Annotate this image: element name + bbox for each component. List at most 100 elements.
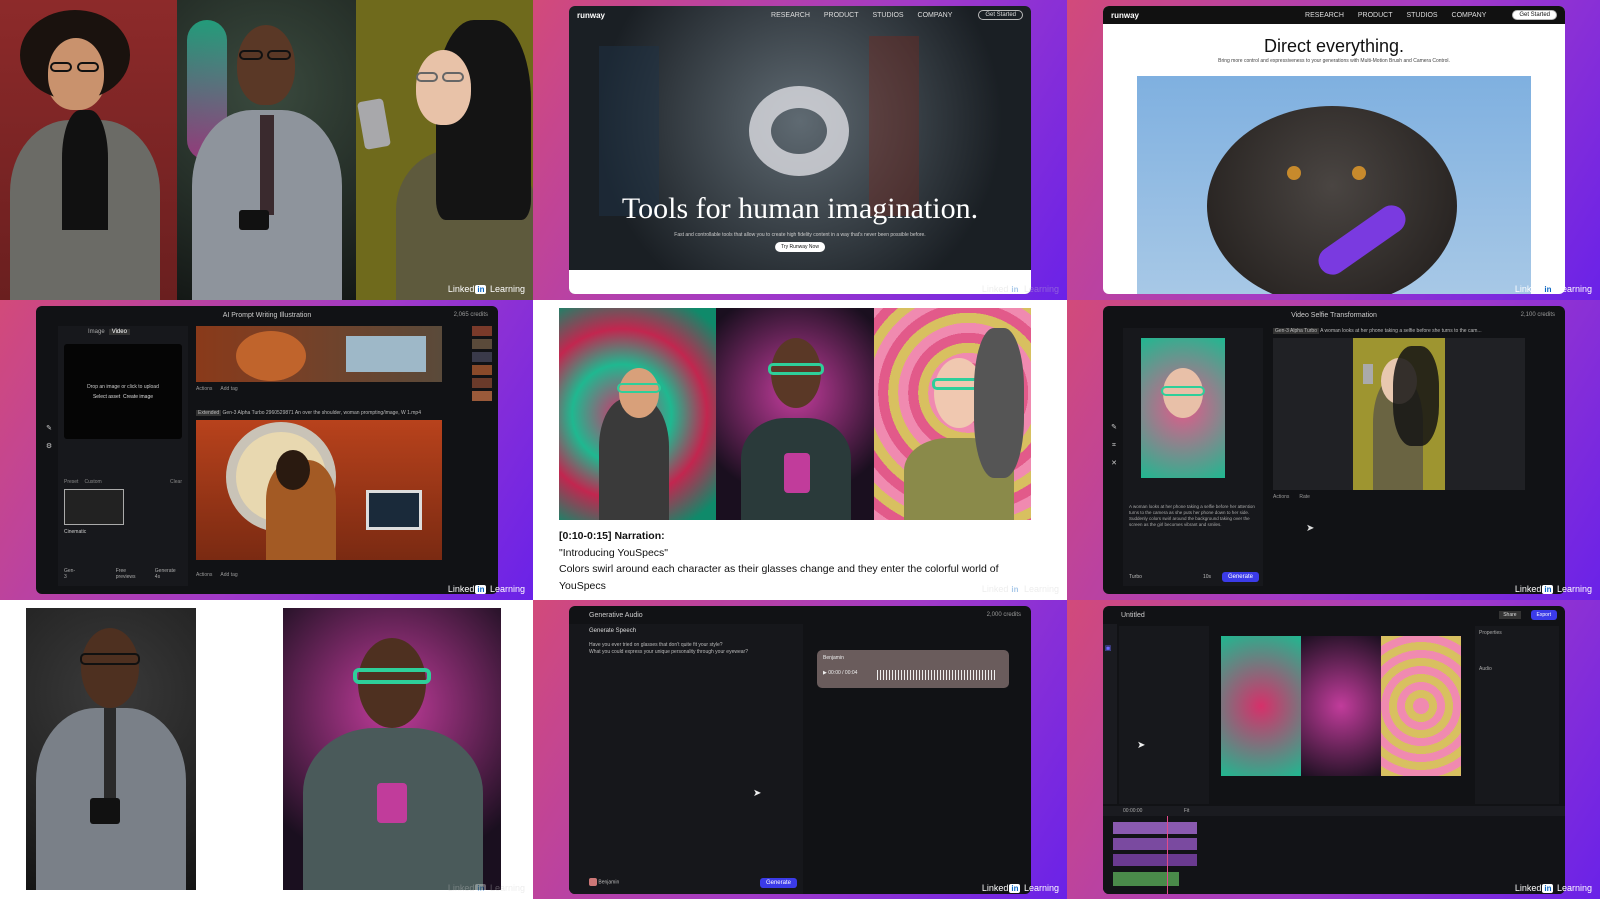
- playhead[interactable]: [1167, 816, 1168, 894]
- video-track-clip[interactable]: [1113, 838, 1197, 850]
- get-started-button[interactable]: Get Started: [978, 10, 1023, 20]
- actions-menu[interactable]: Actions: [1273, 494, 1289, 500]
- project-title: Video Selfie Transformation: [1291, 311, 1377, 319]
- generate-button[interactable]: Generate 4s: [155, 568, 182, 580]
- share-button[interactable]: Share: [1499, 611, 1521, 619]
- brush-icon[interactable]: ✎: [1109, 423, 1119, 433]
- play-icon[interactable]: ▶: [823, 670, 827, 676]
- linkedin-learning-watermark: Linked in Learning: [1514, 584, 1592, 594]
- input-image[interactable]: [1141, 338, 1225, 478]
- smoke-ring: [749, 86, 849, 176]
- video-track-clip[interactable]: [1113, 822, 1197, 834]
- properties-panel: Properties Audio: [1475, 626, 1559, 804]
- runway-logo[interactable]: runway: [577, 11, 605, 20]
- properties-tab[interactable]: Properties: [1479, 630, 1555, 636]
- panel-before-after: Linked in Learning: [0, 600, 533, 899]
- narration-heading: [0:10-0:15] Narration:: [559, 530, 665, 542]
- panel-runway-landing: runway RESEARCH PRODUCT STUDIOS COMPANY …: [533, 0, 1067, 300]
- nav-studios[interactable]: STUDIOS: [872, 12, 903, 19]
- get-started-button[interactable]: Get Started: [1512, 10, 1557, 20]
- custom-tab[interactable]: Custom: [84, 479, 101, 485]
- preset-tab[interactable]: Preset: [64, 479, 78, 485]
- create-image-button[interactable]: Create image: [123, 394, 153, 400]
- left-toolbar: ▣: [1103, 624, 1117, 804]
- generation-panel: Image Video Drop an image or click to up…: [58, 326, 188, 586]
- prompt-text[interactable]: A woman looks at her phone taking a self…: [1129, 504, 1257, 528]
- generate-button[interactable]: Generate: [1221, 572, 1259, 582]
- panel-storyboard: [0:10-0:15] Narration: "Introducing YouS…: [533, 300, 1067, 600]
- media-icon[interactable]: ▣: [1103, 644, 1113, 654]
- script-panel: Generate Speech Have you ever tried on g…: [569, 624, 803, 894]
- thumbnail[interactable]: [472, 339, 492, 349]
- assets-panel: [1119, 626, 1209, 804]
- turbo-select[interactable]: Turbo: [1129, 574, 1142, 580]
- duration-select[interactable]: 10s: [1203, 574, 1211, 580]
- brush-icon[interactable]: ✎: [44, 424, 54, 434]
- preview-canvas[interactable]: [1221, 636, 1461, 776]
- mouse-cursor-icon: ➤: [753, 788, 762, 799]
- crop-icon[interactable]: ⌗: [1109, 442, 1119, 452]
- clear-button[interactable]: Clear: [170, 479, 182, 485]
- thumbnail[interactable]: [472, 326, 492, 336]
- script-text[interactable]: Have you ever tried on glasses that don'…: [569, 638, 803, 660]
- mouse-cursor-icon: ➤: [1306, 523, 1315, 534]
- video-track-clip[interactable]: [1113, 854, 1197, 866]
- upload-dropzone[interactable]: Drop an image or click to upload Select …: [64, 344, 182, 439]
- thumbnail[interactable]: [472, 391, 492, 401]
- nav-research[interactable]: RESEARCH: [1305, 12, 1344, 19]
- nav-company[interactable]: COMPANY: [918, 12, 953, 19]
- portrait-woman-curly: [0, 0, 177, 300]
- clip-prompt: Extended Gen-3 Alpha Turbo 2960529871 An…: [196, 410, 421, 416]
- linkedin-learning-watermark: Linked in Learning: [981, 883, 1059, 893]
- project-title: AI Prompt Writing Illustration: [222, 311, 312, 319]
- panel-runway-direct: runway RESEARCH PRODUCT STUDIOS COMPANY …: [1067, 0, 1600, 300]
- app-window: Video Selfie Transformation 2,100 credit…: [1103, 306, 1565, 594]
- project-title: Untitled: [1121, 611, 1145, 619]
- runway-logo[interactable]: runway: [1111, 11, 1139, 20]
- panel-timeline-editor: Untitled Share Export ▣ Properties Audio…: [1067, 600, 1600, 899]
- audio-clip-card[interactable]: Benjamin ▶ 00:00 / 00:04: [817, 650, 1009, 688]
- tab-video[interactable]: Video: [108, 329, 130, 335]
- generated-clip-1[interactable]: [196, 326, 442, 382]
- actions-menu[interactable]: Actions: [196, 386, 212, 392]
- free-previews-button[interactable]: Free previews: [116, 568, 147, 580]
- nav-product[interactable]: PRODUCT: [824, 12, 859, 19]
- export-button[interactable]: Export: [1530, 610, 1557, 620]
- generated-clip-2[interactable]: [196, 420, 442, 560]
- rate-stars[interactable]: Rate: [1299, 494, 1310, 500]
- credits-counter: 2,100 credits: [1520, 312, 1555, 318]
- actions-menu-2[interactable]: Actions: [196, 572, 212, 578]
- close-icon[interactable]: ✕: [1109, 459, 1119, 469]
- app-window: AI Prompt Writing Illustration 2,065 cre…: [36, 306, 498, 594]
- zoom-fit[interactable]: Fit: [1184, 808, 1190, 814]
- storyboard-frame-woman-curly: [559, 308, 717, 520]
- audio-track-clip[interactable]: [1113, 872, 1179, 886]
- voice-select[interactable]: Benjamin: [589, 878, 619, 886]
- add-tag-button-2[interactable]: Add tag: [220, 572, 237, 578]
- preset-thumbnail[interactable]: [64, 489, 124, 525]
- add-tag-button[interactable]: Add tag: [220, 386, 237, 392]
- generate-button[interactable]: Generate: [759, 878, 797, 888]
- model-select[interactable]: Gen-3: [64, 568, 78, 580]
- select-asset-button[interactable]: Select asset: [93, 394, 120, 400]
- nav-research[interactable]: RESEARCH: [771, 12, 810, 19]
- thumbnail[interactable]: [472, 378, 492, 388]
- try-runway-button[interactable]: Try Runway Now: [775, 242, 825, 252]
- settings-icon[interactable]: ⚙: [44, 442, 54, 452]
- tool-label: Generate Speech: [589, 628, 637, 634]
- nav-studios[interactable]: STUDIOS: [1406, 12, 1437, 19]
- narration-body: Colors swirl around each character as th…: [559, 563, 999, 592]
- creature-video[interactable]: [1137, 76, 1531, 294]
- credits-counter: 2,065 credits: [453, 312, 488, 318]
- nav-company[interactable]: COMPANY: [1452, 12, 1487, 19]
- tab-image[interactable]: Image: [88, 329, 105, 335]
- hero-title: Tools for human imagination.: [621, 192, 979, 225]
- output-video[interactable]: [1273, 338, 1525, 490]
- thumbnail[interactable]: [472, 352, 492, 362]
- nav-product[interactable]: PRODUCT: [1358, 12, 1393, 19]
- thumbnail[interactable]: [472, 365, 492, 375]
- timeline[interactable]: [1103, 816, 1565, 894]
- audio-waveform[interactable]: [877, 670, 995, 680]
- browser-window: runway RESEARCH PRODUCT STUDIOS COMPANY …: [1103, 6, 1565, 294]
- mouse-cursor-icon: ➤: [1137, 740, 1146, 751]
